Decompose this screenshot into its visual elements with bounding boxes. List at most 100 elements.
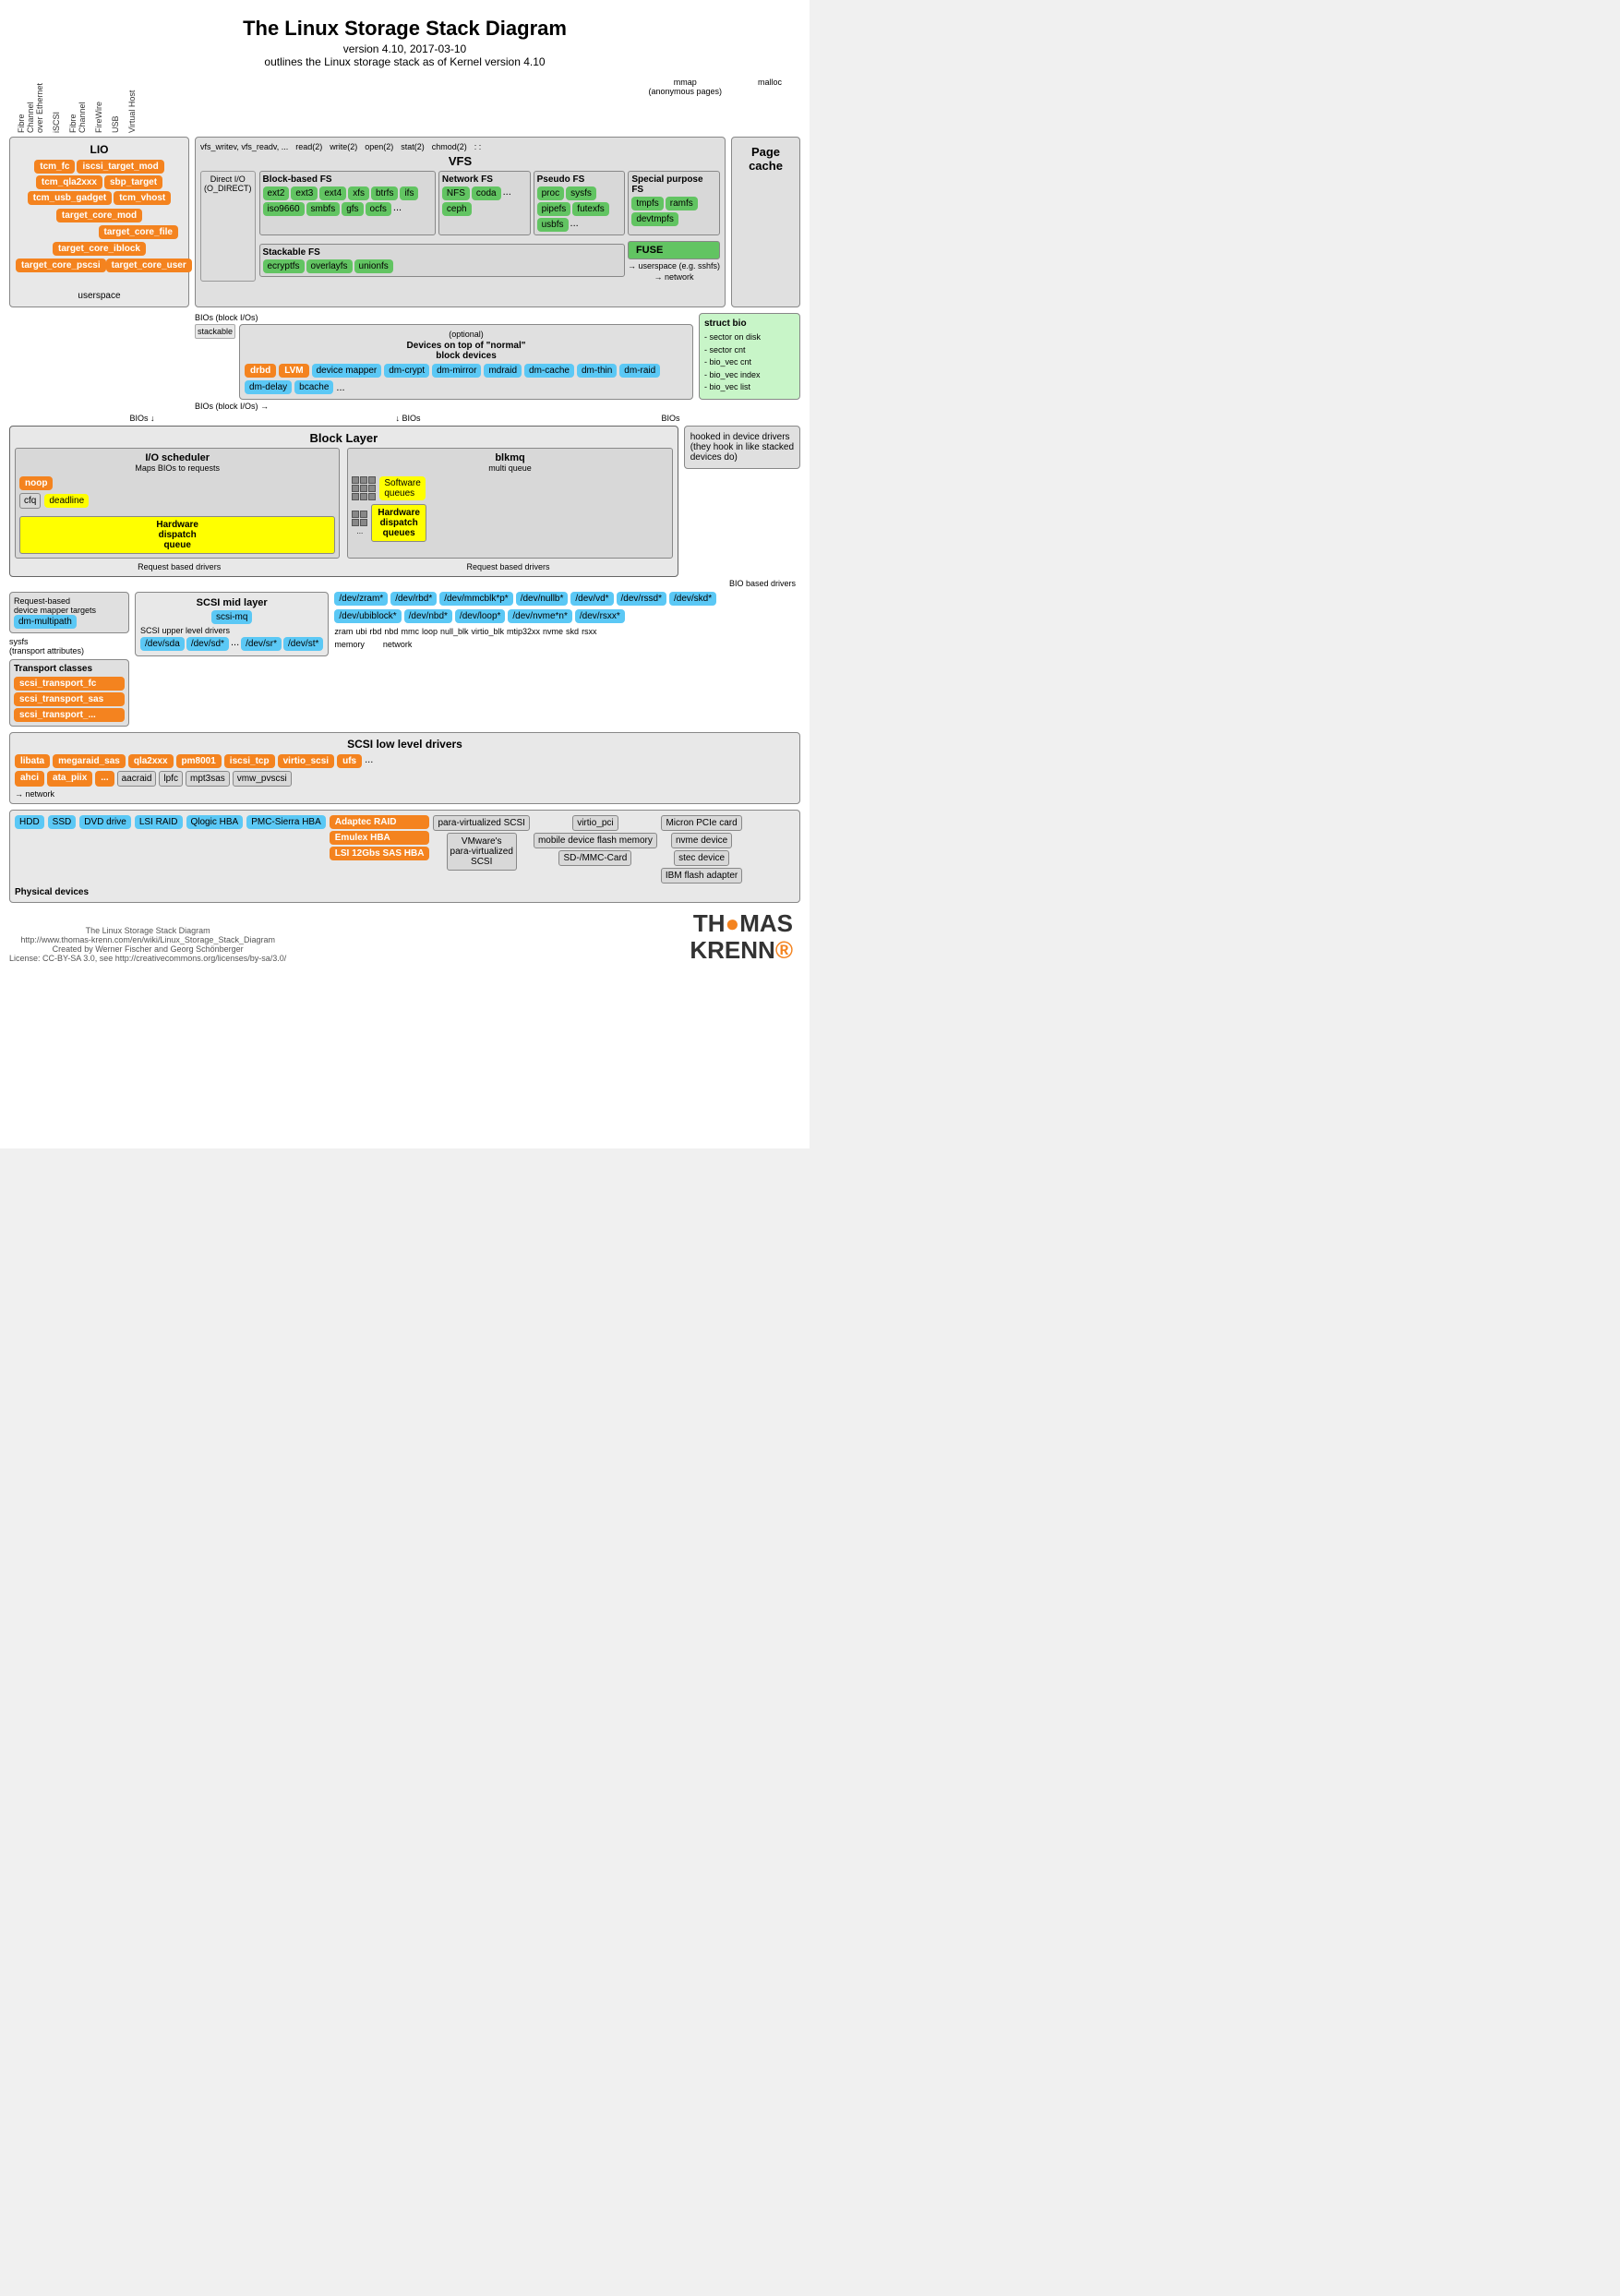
target-core-user: target_core_user	[106, 258, 192, 272]
req-left: Request based drivers	[138, 562, 221, 571]
struct-bio: struct bio - sector on disk - sector cnt…	[699, 313, 800, 400]
fuse-box: FUSE	[628, 241, 720, 259]
hooked-drivers: hooked in device drivers(they hook in li…	[684, 426, 800, 469]
fs-ramfs: ramfs	[666, 197, 698, 210]
req-right: Request based drivers	[467, 562, 550, 571]
module-vhost: tcm_vhost	[114, 191, 171, 205]
item-device-mapper: device mapper	[312, 364, 382, 378]
physical-section: HDD SSD DVD drive LSI RAID Qlogic HBA PM…	[9, 810, 800, 903]
phys-qlogic: Qlogic HBA	[186, 815, 244, 829]
network-label2: network	[383, 640, 413, 649]
iface-fibre-channel: Fibre Channel	[68, 87, 87, 133]
hw-dispatch: Hardwaredispatchqueue	[19, 516, 335, 554]
vfs-inner: Direct I/O(O_DIRECT) Block-based FS ext2…	[200, 171, 720, 282]
optional-label: (optional)	[245, 330, 688, 339]
dev-sda: /dev/sda	[140, 637, 185, 651]
syscall-chmod: chmod(2)	[432, 142, 467, 151]
scsi-row: Request-baseddevice mapper targets dm-mu…	[9, 592, 800, 727]
bios-far-right: BIOs	[661, 414, 679, 423]
page-cache: Pagecache	[731, 137, 800, 307]
logo-line1: TH●MAS	[690, 910, 793, 937]
transport-title: Transport classes	[14, 664, 125, 674]
optional-box: (optional) Devices on top of "normal"blo…	[239, 324, 693, 400]
fs-iso: iso9660	[263, 202, 305, 216]
dev-zram: /dev/zram*	[334, 592, 388, 606]
phys-stec: stec device	[674, 850, 729, 866]
io-sched-title: I/O scheduler	[19, 452, 335, 463]
item-drbd: drbd	[245, 364, 276, 378]
fs-overlayfs: overlayfs	[306, 259, 353, 273]
module-sbp: sbp_target	[104, 175, 162, 189]
fs-proc: proc	[537, 186, 564, 200]
drv-ahci: ahci	[15, 771, 44, 787]
scsi-transport-fc: scsi_transport_fc	[14, 677, 125, 691]
req-dm-label: Request-baseddevice mapper targets	[14, 596, 125, 615]
hw-dispatch-blkmq-row: ... Hardwaredispatchqueues	[352, 504, 667, 542]
io-sched-subtitle: Maps BIOs to requests	[19, 463, 335, 473]
sched-cfq-row: cfq deadline	[19, 493, 89, 509]
target-core-iblock-container: target_core_iblock	[16, 242, 183, 256]
blkmq: blkmq multi queue Softwarequeues	[347, 448, 672, 559]
transport-items: scsi_transport_fc scsi_transport_sas scs…	[14, 677, 125, 722]
thomas-krenn-logo: TH●MAS KRENN®	[690, 910, 800, 963]
fs-usbfs: usbfs	[537, 218, 569, 232]
dev-sd: /dev/sd*	[186, 637, 229, 651]
fs-ext4: ext4	[319, 186, 346, 200]
drv-megaraid: megaraid_sas	[53, 754, 126, 768]
request-dm-box: Request-baseddevice mapper targets dm-mu…	[9, 592, 129, 633]
queue-visual-left	[352, 476, 376, 500]
drv-nbd: nbd	[384, 627, 398, 636]
dev-sr: /dev/sr*	[241, 637, 282, 651]
drv-pm8001: pm8001	[176, 754, 222, 768]
diagram-subtitle: version 4.10, 2017-03-10 outlines the Li…	[9, 42, 800, 68]
target-core-file-container: target_core_file	[16, 225, 183, 239]
block-fs: Block-based FS ext2 ext3 ext4 xfs btrfs …	[259, 171, 436, 235]
physical-label: Physical devices	[15, 887, 795, 897]
vfs-title: VFS	[200, 154, 720, 168]
syscall-dots: : :	[474, 142, 482, 151]
phys-mobile-flash: mobile device flash memory	[534, 833, 657, 848]
drv-libata: libata	[15, 754, 50, 768]
drv-rsxx: rsxx	[582, 627, 597, 636]
bios-down-right: ↓ BIOs	[395, 414, 420, 423]
stackable-label: stackable	[195, 324, 235, 339]
target-core-file: target_core_file	[99, 225, 178, 239]
request-labels: Request based drivers Request based driv…	[15, 562, 673, 571]
fs-smbfs: smbfs	[306, 202, 341, 216]
interface-labels-row: Fibre Channelover Ethernet iSCSI Fibre C…	[9, 78, 800, 133]
left-column: Request-baseddevice mapper targets dm-mu…	[9, 592, 129, 727]
special-fs-items: tmpfs ramfs devtmpfs	[631, 197, 716, 226]
bio-based-label: BIO based drivers	[9, 579, 800, 588]
iface-iscsi: iSCSI	[52, 91, 61, 133]
item-mdraid: mdraid	[484, 364, 522, 378]
bio-based-drivers: BIO based drivers	[729, 579, 796, 588]
dev-vd: /dev/vd*	[570, 592, 613, 606]
drv-rbd: rbd	[369, 627, 381, 636]
fs-tmpfs: tmpfs	[631, 197, 663, 210]
sched-cfq: cfq	[19, 493, 41, 509]
logo-line2: KRENN®	[690, 937, 793, 964]
network-fs-title: Network FS	[442, 174, 527, 185]
dev-skd: /dev/skd*	[669, 592, 716, 606]
drv-loop: loop	[422, 627, 438, 636]
block-layer-inner: I/O scheduler Maps BIOs to requests noop…	[15, 448, 673, 559]
phys-emulex: Emulex HBA	[330, 831, 430, 845]
syscall-write: write(2)	[330, 142, 357, 151]
diagram-wrapper: The Linux Storage Stack Diagram version …	[0, 0, 810, 1148]
pseudo-fs: Pseudo FS proc sysfs pipefs futexfs usbf…	[534, 171, 626, 235]
drv-lpfc: lpfc	[159, 771, 183, 787]
blkmq-title: blkmq	[352, 452, 667, 463]
syscall-vfs: vfs_writev, vfs_readv, ...	[200, 142, 288, 151]
drv-mpt3sas: mpt3sas	[186, 771, 230, 787]
block-layer-main: Block Layer I/O scheduler Maps BIOs to r…	[9, 426, 678, 577]
fs-xfs: xfs	[348, 186, 369, 200]
transport-classes: Transport classes scsi_transport_fc scsi…	[9, 659, 129, 727]
para-virt-col: para-virtualized SCSI VMware'spara-virtu…	[433, 815, 529, 871]
drv-dots-ahci: ...	[95, 771, 114, 787]
drv-virtio-blk: virtio_blk	[472, 627, 505, 636]
syscall-open: open(2)	[365, 142, 393, 151]
fs-dots3: ...	[570, 218, 579, 232]
sw-queues-row: Softwarequeues	[352, 476, 667, 500]
dev-ubiblock: /dev/ubiblock*	[334, 609, 401, 623]
fs-btrfs: btrfs	[371, 186, 398, 200]
